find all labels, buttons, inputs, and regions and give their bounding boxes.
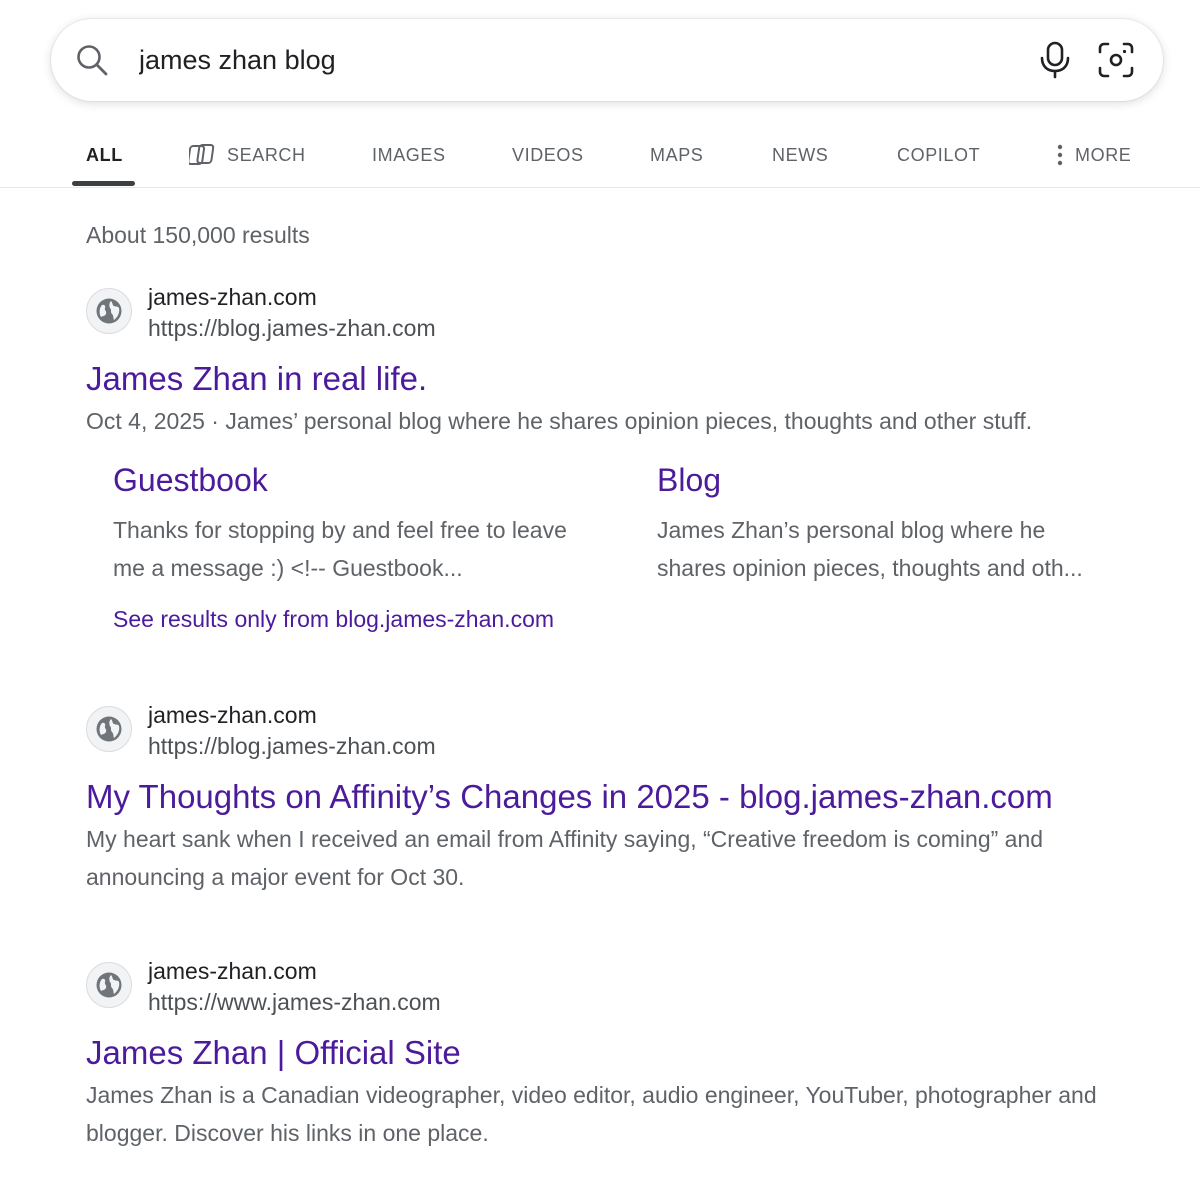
visual-search-icon[interactable] [1097,41,1135,79]
copilot-icon [189,144,215,165]
tab-more[interactable]: MORE [1055,140,1131,170]
site-name: james-zhan.com [148,958,317,984]
site-url: https://blog.james-zhan.com [148,733,436,759]
tab-all[interactable]: ALL [86,140,123,170]
sitelink-title-link[interactable]: Blog [657,462,1117,499]
snippet-text: James’ personal blog where he shares opi… [225,408,1033,434]
globe-icon [86,706,132,752]
tab-label: ALL [86,144,123,165]
search-result: james-zhan.com https://www.james-zhan.co… [86,958,1146,1152]
site-name: james-zhan.com [148,702,317,728]
result-title-link[interactable]: James Zhan | Official Site [86,1034,1146,1072]
tab-label: SEARCH [227,144,306,165]
tab-label: MORE [1075,144,1132,165]
tab-videos[interactable]: VIDEOS [512,140,584,170]
site-url: https://www.james-zhan.com [148,989,441,1015]
sitelink-title-link[interactable]: Guestbook [113,462,573,499]
search-result: james-zhan.com https://blog.james-zhan.c… [86,284,1146,662]
result-site-info[interactable]: james-zhan.com https://blog.james-zhan.c… [86,284,1146,348]
sitelink-blog: Blog James Zhan’s personal blog where he… [657,462,1117,587]
sitelinks: Guestbook Thanks for stopping by and fee… [86,462,1146,662]
tab-label: COPILOT [897,144,981,165]
active-tab-indicator [72,181,135,186]
tab-maps[interactable]: MAPS [650,140,703,170]
globe-icon [86,962,132,1008]
result-site-info[interactable]: james-zhan.com https://www.james-zhan.co… [86,958,1146,1022]
tab-label: NEWS [772,144,829,165]
result-date: Oct 4, 2025 [86,408,205,434]
sitelink-description: James Zhan’s personal blog where he shar… [657,517,1083,581]
site-url: https://blog.james-zhan.com [148,315,436,341]
search-input[interactable] [139,39,999,81]
result-title-link[interactable]: James Zhan in real life. [86,360,1146,398]
see-results-only-from-site-link[interactable]: See results only from blog.james-zhan.co… [113,606,554,633]
search-icon[interactable] [75,43,109,77]
search-bar [51,19,1163,101]
tab-label: IMAGES [372,144,446,165]
results-count: About 150,000 results [86,222,310,248]
tab-copilot[interactable]: COPILOT [897,140,980,170]
tab-search[interactable]: SEARCH [189,140,306,170]
sitelink-description: Thanks for stopping by and feel free to … [113,517,567,581]
date-separator: · [204,408,226,434]
tab-images[interactable]: IMAGES [372,140,446,170]
vertical-dots-icon [1057,144,1063,166]
site-name: james-zhan.com [148,284,317,310]
globe-icon [86,288,132,334]
result-snippet: My heart sank when I received an email f… [86,826,1044,890]
tab-label: MAPS [650,144,704,165]
microphone-icon[interactable] [1037,41,1073,79]
result-snippet: James Zhan is a Canadian videographer, v… [86,1082,1097,1146]
search-tabs: ALL SEARCH IMAGES VIDEOS MAPS NEWS COPIL… [0,122,1200,188]
search-result: james-zhan.com https://blog.james-zhan.c… [86,702,1146,896]
result-site-info[interactable]: james-zhan.com https://blog.james-zhan.c… [86,702,1146,766]
result-title-link[interactable]: My Thoughts on Affinity’s Changes in 202… [86,778,1146,816]
tab-news[interactable]: NEWS [772,140,828,170]
sitelink-guestbook: Guestbook Thanks for stopping by and fee… [113,462,573,587]
tab-label: VIDEOS [512,144,584,165]
result-snippet: Oct 4, 2025 · James’ personal blog where… [86,402,1146,440]
